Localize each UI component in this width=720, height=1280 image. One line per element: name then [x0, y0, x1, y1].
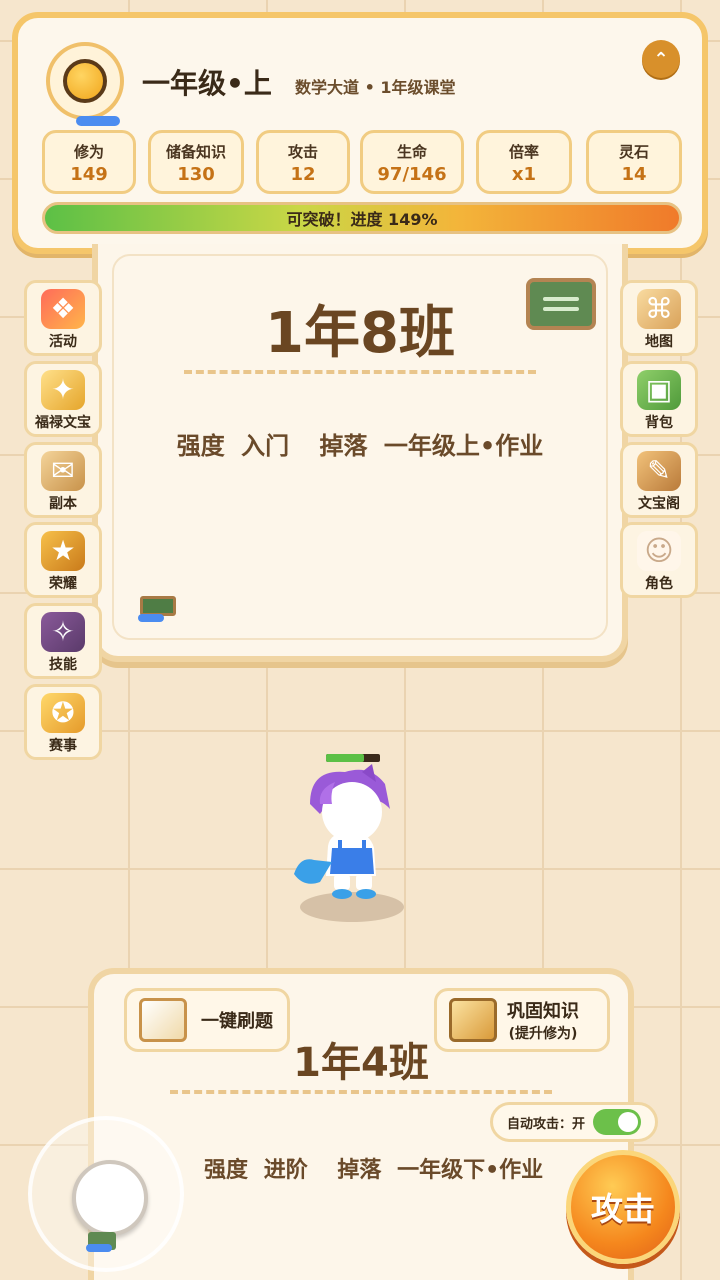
stat-cultivation: 修为 149 [42, 130, 136, 194]
stat-value: 12 [290, 164, 316, 185]
menu-item-treasure-pavilion[interactable]: ✎ 文宝阁 [620, 442, 698, 518]
grade-title: 一年级•上 [142, 67, 272, 100]
progress-text: 可突破！进度 149% [286, 210, 438, 229]
golden-treasure-icon: ✦ [41, 370, 85, 410]
stat-value: 14 [621, 164, 647, 185]
menu-label: 副本 [49, 496, 77, 512]
next-class-title: 1年4班 [293, 1040, 429, 1086]
map-icon: ⌘ [637, 289, 681, 329]
gift-icon: ❖ [41, 289, 85, 329]
breakthrough-progress-bar[interactable]: 可突破！进度 149% [42, 202, 682, 234]
scroll-icon: ✉ [41, 451, 85, 491]
card-inner: 1年8班 强度 入门 掉落 一年级上•作业 [112, 254, 608, 640]
menu-label: 赛事 [49, 738, 77, 754]
stat-label: 储备知识 [165, 143, 226, 161]
stat-label: 生命 [396, 143, 427, 161]
menu-item-map[interactable]: ⌘ 地图 [620, 280, 698, 356]
menu-item-skills[interactable]: ✧ 技能 [24, 603, 102, 679]
joystick-badge [86, 1244, 112, 1252]
stat-label: 修为 [73, 143, 104, 161]
menu-item-competition[interactable]: ✪ 赛事 [24, 684, 102, 760]
blackboard-icon[interactable] [526, 278, 596, 330]
menu-item-activity[interactable]: ❖ 活动 [24, 280, 102, 356]
drop-label: 掉落 [337, 1158, 382, 1183]
shield-medal-icon: ★ [41, 531, 85, 571]
drop-value: 一年级下•作业 [397, 1158, 544, 1183]
grade-subtitle: 数学大道 • 1年级课堂 [295, 78, 456, 97]
chevron-up-icon: ⌃ [653, 48, 669, 70]
next-class-info: 强度 进阶 掉落 一年级下•作业 [204, 1152, 543, 1184]
menu-label: 地图 [645, 334, 673, 350]
auto-attack-toggle[interactable]: 自动攻击：开 [490, 1102, 658, 1142]
menu-label: 角色 [645, 576, 673, 592]
consolidate-label: 巩固知识 [507, 1001, 579, 1022]
skill-book-icon: ✧ [41, 612, 85, 652]
stat-multiplier: 倍率 x1 [476, 130, 572, 194]
strength-label: 强度 [204, 1158, 249, 1183]
avatar[interactable] [46, 42, 124, 126]
small-badge [138, 614, 164, 622]
menu-label: 文宝阁 [638, 496, 680, 512]
backpack-icon: ▣ [637, 370, 681, 410]
collapse-button[interactable]: ⌃ [642, 40, 680, 78]
toggle-knob [618, 1112, 639, 1132]
drop-value: 一年级上•作业 [383, 432, 544, 460]
stat-attack: 攻击 12 [256, 130, 350, 194]
character-hp-bar [326, 754, 380, 762]
small-blackboard-icon [140, 596, 176, 616]
avatar-badge [76, 116, 120, 126]
stat-spirit-stone: 灵石 14 [586, 130, 682, 194]
drop-label: 掉落 [319, 432, 368, 460]
attack-label: 攻击 [590, 1190, 655, 1228]
dashed-divider [170, 1090, 552, 1094]
player-character[interactable] [290, 764, 420, 904]
class-info: 强度 入门 掉落 一年级上•作业 [114, 426, 606, 461]
stat-value: x1 [511, 164, 537, 185]
auto-attack-label: 自动攻击：开 [507, 1116, 586, 1132]
character-icon: ☺ [637, 531, 681, 571]
stat-stored-knowledge: 储备知识 130 [148, 130, 244, 194]
current-class-card: 1年8班 强度 入门 掉落 一年级上•作业 [92, 244, 628, 662]
player-header-panel: 一年级•上 数学大道 • 1年级课堂 ⌃ 修为 149 储备知识 130 攻击 … [12, 12, 708, 254]
trophy-medal-icon: ✪ [41, 693, 85, 733]
stat-value: 149 [70, 164, 108, 185]
menu-item-honor[interactable]: ★ 荣耀 [24, 522, 102, 598]
treasure-book-icon: ✎ [637, 451, 681, 491]
avatar-coin-icon [63, 59, 107, 103]
stat-label: 倍率 [508, 143, 539, 161]
menu-label: 福禄文宝 [35, 415, 91, 431]
avatar-frame [46, 42, 124, 120]
menu-item-fortune-treasure[interactable]: ✦ 福禄文宝 [24, 361, 102, 437]
menu-item-character[interactable]: ☺ 角色 [620, 522, 698, 598]
joystick-knob[interactable] [72, 1160, 148, 1236]
strength-value: 进阶 [263, 1158, 308, 1183]
stat-label: 灵石 [618, 143, 649, 161]
stats-row: 修为 149 储备知识 130 攻击 12 生命 97/146 倍率 x1 灵石… [42, 130, 682, 194]
character-hp-fill [326, 754, 364, 762]
menu-label: 背包 [645, 415, 673, 431]
menu-label: 活动 [49, 334, 77, 350]
attack-button[interactable]: 攻击 [566, 1150, 680, 1264]
stat-label: 攻击 [287, 143, 318, 161]
toggle-switch[interactable] [593, 1109, 642, 1135]
menu-label: 荣耀 [49, 576, 77, 592]
strength-label: 强度 [176, 432, 225, 460]
stat-value: 130 [177, 164, 215, 185]
strength-value: 入门 [241, 432, 290, 460]
menu-item-dungeon[interactable]: ✉ 副本 [24, 442, 102, 518]
menu-label: 技能 [49, 657, 77, 673]
stat-value: 97/146 [377, 164, 447, 185]
stat-health: 生命 97/146 [360, 130, 464, 194]
dashed-divider [184, 370, 536, 374]
menu-item-backpack[interactable]: ▣ 背包 [620, 361, 698, 437]
